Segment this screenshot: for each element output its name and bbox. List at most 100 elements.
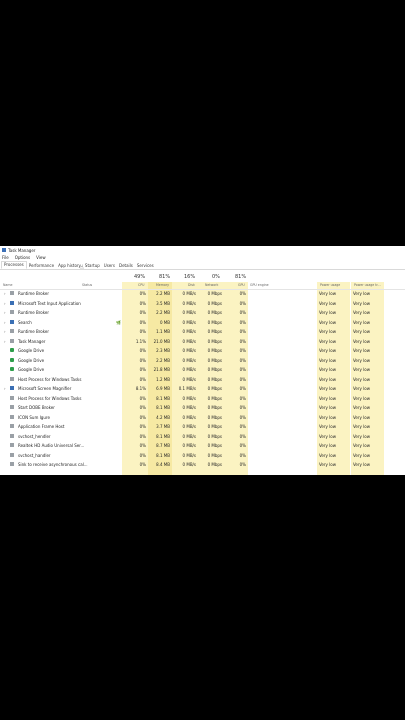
process-icon	[10, 414, 14, 419]
gpu-value: 0%	[239, 443, 246, 448]
expand-chevron-icon[interactable]: ›	[4, 310, 6, 315]
process-name: Microsoft Text Input Application	[18, 300, 81, 306]
table-row[interactable]: › Microsoft Screen Magnifier 8.1% 6.9 MB 0.1…	[0, 384, 405, 394]
network-value: 0 Mbps	[207, 433, 222, 439]
power-usage-value: Very low	[319, 357, 336, 363]
memory-value: 2.2 MB	[156, 291, 170, 296]
cpu-value: 0%	[139, 357, 146, 363]
task-manager-window: Task Manager File Options View Processes…	[0, 246, 405, 475]
power-usage-value: Very low	[319, 338, 336, 344]
col-memory[interactable]: Memory	[156, 283, 169, 287]
table-row[interactable]: Host Process for Windows Tasks 0% 8.1 MB 0 …	[0, 394, 405, 404]
cpu-value: 0%	[139, 433, 146, 439]
table-row[interactable]: svchost_hendler 0% 8.1 MB 0 MB/s 0 Mbps 0% Ver…	[0, 432, 405, 442]
cpu-value: 0%	[139, 376, 146, 382]
tab-startup[interactable]: Startup	[83, 263, 102, 269]
power-trend-value: Very low	[353, 395, 370, 401]
table-row[interactable]: › Runtime Broker 0% 2.2 MB 0 MB/s 0 Mbps 0% Ver…	[0, 289, 405, 299]
tab-performance[interactable]: Performance	[27, 263, 56, 269]
menu-view[interactable]: View	[36, 255, 46, 260]
table-row[interactable]: › Runtime Broker 0% 2.2 MB 0 MB/s 0 Mbps 0% Ver…	[0, 308, 405, 318]
col-disk[interactable]: Disk	[188, 283, 195, 287]
gpu-value: 0%	[239, 414, 246, 420]
col-gpu-engine[interactable]: GPU engine	[250, 283, 269, 287]
tab-app-history[interactable]: App history	[56, 263, 83, 269]
disk-value: 0 MB/s	[182, 300, 196, 306]
cpu-value: 0%	[139, 367, 146, 372]
menu-options[interactable]: Options	[15, 255, 30, 260]
suspended-leaf-icon: 🌿	[116, 319, 121, 325]
cpu-value: 0%	[139, 319, 146, 325]
table-row[interactable]: Google Drive 0% 2.3 MB 0 MB/s 0 Mbps 0% Very l…	[0, 346, 405, 356]
table-row[interactable]: › Microsoft Text Input Application 0% 3.5 M…	[0, 299, 405, 309]
gpu-value: 0%	[239, 319, 246, 325]
col-gpu[interactable]: GPU	[238, 283, 245, 287]
memory-value: 8.1 MB	[156, 405, 170, 410]
power-usage-value: Very low	[319, 329, 336, 334]
expand-chevron-icon[interactable]: ›	[4, 329, 6, 334]
process-icon	[10, 357, 14, 362]
memory-value: 3.5 MB	[156, 300, 170, 306]
tab-services[interactable]: Services	[135, 263, 156, 269]
disk-value: 0 MB/s	[182, 395, 196, 401]
table-row[interactable]: › Task Manager 1.1% 21.0 MB 0 MB/s 0 Mbps 0% Ve…	[0, 337, 405, 347]
col-status[interactable]: Status	[82, 283, 92, 287]
menu-file[interactable]: File	[2, 255, 9, 260]
table-row[interactable]: Realtek HD Audio Universal Ser... 0% 8.7 M…	[0, 441, 405, 451]
table-row[interactable]: › Search 🌿 0% 0 MB 0 MB/s 0 Mbps 0% Very low Very…	[0, 318, 405, 328]
expand-chevron-icon[interactable]: ›	[4, 301, 6, 306]
disk-value: 0 MB/s	[182, 348, 196, 353]
disk-value: 0 MB/s	[182, 462, 196, 467]
disk-value: 0 MB/s	[182, 376, 196, 382]
table-row[interactable]: Sink to receive asynchronous cal... 0% 8.4…	[0, 460, 405, 470]
table-row[interactable]: svchost_handler 0% 8.1 MB 0 MB/s 0 Mbps 0% Ver…	[0, 451, 405, 461]
power-usage-value: Very low	[319, 376, 336, 382]
col-network[interactable]: Network	[205, 283, 218, 287]
memory-value: 0 MB	[159, 319, 170, 325]
process-icon	[10, 329, 14, 333]
cpu-value: 0%	[139, 452, 146, 458]
tab-processes[interactable]: Processes	[1, 261, 27, 269]
network-value: 0 Mbps	[207, 338, 222, 344]
expand-chevron-icon[interactable]: ›	[4, 386, 6, 391]
power-usage-value: Very low	[319, 424, 336, 429]
gpu-value: 0%	[239, 291, 246, 296]
cpu-value: 0%	[139, 414, 146, 420]
expand-chevron-icon[interactable]: ›	[4, 291, 6, 296]
process-icon	[10, 367, 14, 371]
col-name[interactable]: Name	[3, 283, 12, 287]
table-row[interactable]: ICON Sum Igure 0% 4.2 MB 0 MB/s 0 Mbps 0% Very…	[0, 413, 405, 423]
table-row[interactable]: Google Drive 0% 2.2 MB 0 MB/s 0 Mbps 0% Very l…	[0, 356, 405, 366]
gpu-value: 0%	[239, 433, 246, 439]
memory-value: 1.1 MB	[156, 329, 170, 334]
tab-users[interactable]: Users	[102, 263, 117, 269]
power-trend-value: Very low	[353, 414, 370, 420]
power-usage-value: Very low	[319, 395, 336, 401]
table-row[interactable]: › Runtime Broker 0% 1.1 MB 0 MB/s 0 Mbps 0% Ver…	[0, 327, 405, 337]
cpu-value: 0%	[139, 310, 146, 315]
process-name: Runtime Broker	[18, 291, 50, 296]
table-row[interactable]: Host Process for Windows Tasks 0% 1.2 MB 0 …	[0, 375, 405, 385]
memory-value: 3.7 MB	[156, 424, 170, 429]
gpu-value: 0%	[239, 300, 246, 306]
table-row[interactable]: Application Frame Host 0% 3.7 MB 0 MB/s 0 Mb…	[0, 422, 405, 432]
power-usage-value: Very low	[319, 367, 336, 372]
power-usage-value: Very low	[319, 414, 336, 420]
col-cpu[interactable]: CPU	[138, 283, 144, 287]
expand-chevron-icon[interactable]: ›	[4, 339, 6, 344]
power-usage-value: Very low	[319, 319, 336, 325]
gpu-total: 81%	[235, 274, 247, 280]
gpu-value: 0%	[239, 348, 246, 353]
col-power-trend[interactable]: Power usage tr...	[354, 283, 381, 287]
power-usage-value: Very low	[319, 443, 336, 448]
cpu-value: 0%	[139, 329, 146, 334]
expand-chevron-icon[interactable]: ›	[4, 320, 6, 325]
disk-value: 0 MB/s	[182, 414, 196, 420]
memory-value: 6.9 MB	[156, 386, 170, 391]
table-row[interactable]: Start DOBE Broker 0% 8.1 MB 0 MB/s 0 Mbps 0% V…	[0, 403, 405, 413]
cpu-total: 49%	[134, 274, 146, 280]
table-row[interactable]: Google Drive 0% 21.8 MB 0 MB/s 0 Mbps 0% Very …	[0, 365, 405, 375]
col-power-usage[interactable]: Power usage	[320, 283, 340, 287]
tab-details[interactable]: Details	[117, 263, 135, 269]
process-name: Host Process for Windows Tasks	[18, 376, 82, 382]
